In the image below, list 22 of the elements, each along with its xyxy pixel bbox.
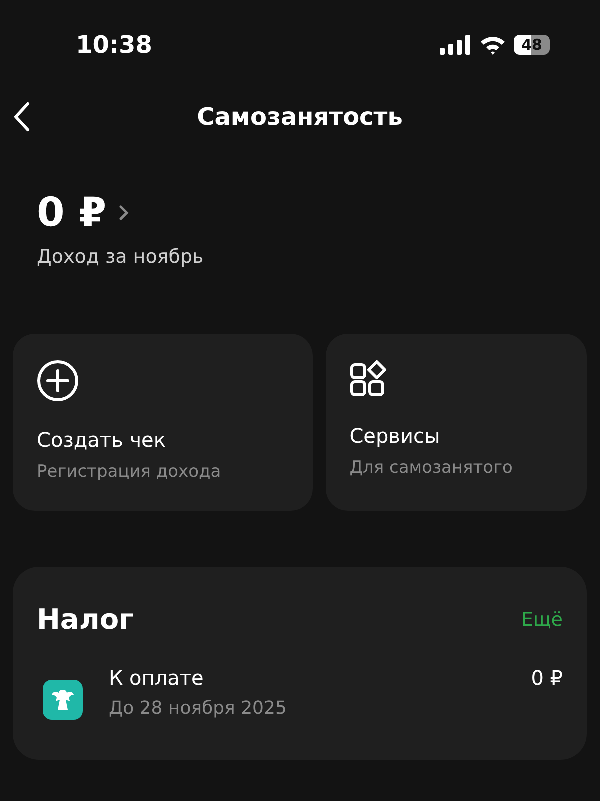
card-subtitle: Для самозанятого [350,458,513,478]
wifi-icon [480,35,506,55]
action-card[interactable]: Создать чек Регистрация дохода [13,334,313,511]
payment-amount: 0 ₽ [531,666,563,690]
chevron-icon[interactable] [118,205,129,221]
screen-title: Самозанятость [197,103,403,131]
emblem-icon [43,680,83,720]
section-title: Налог [37,603,134,636]
card-subtitle: Регистрация дохода [37,462,222,482]
card-title: Сервисы [350,424,440,448]
back-icon[interactable] [14,102,30,132]
grid-icon [350,360,388,398]
signal-icon [440,35,472,55]
status-time: 10:38 [76,31,152,59]
more-link[interactable]: Ещё [521,608,563,630]
income-amount[interactable]: 0 ₽ [37,190,107,236]
payment-title: К оплате [109,666,205,690]
plus-icon [37,360,79,402]
payment-due-date: До 28 ноября 2025 [109,698,288,719]
card-title: Создать чек [37,428,166,452]
income-label: Доход за ноябрь [37,246,205,268]
action-card[interactable]: Сервисы Для самозанятого [326,334,587,511]
